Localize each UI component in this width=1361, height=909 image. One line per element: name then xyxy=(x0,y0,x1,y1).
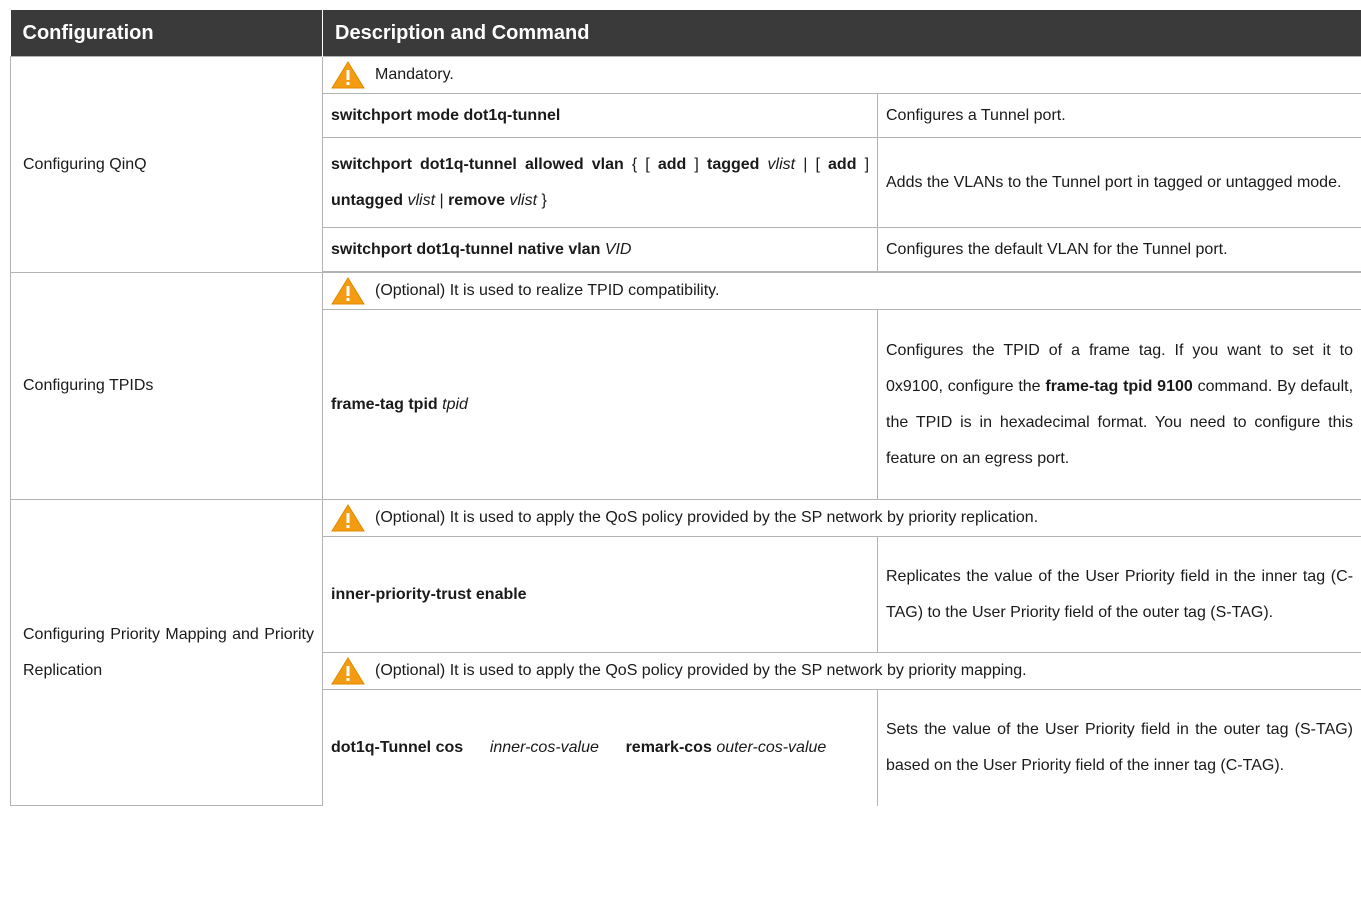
section-name-qinq: Configuring QinQ xyxy=(10,56,323,273)
note-cell: Mandatory. xyxy=(321,56,1361,94)
description-cell: Configures the default VLAN for the Tunn… xyxy=(876,227,1361,272)
command-keyword: remark-cos xyxy=(625,738,712,756)
syntax-symbol: | [ xyxy=(803,155,820,173)
note-cell: (Optional) It is used to realize TPID co… xyxy=(321,272,1361,310)
command-keyword: frame-tag tpid xyxy=(331,395,438,413)
table-header-row: Configuration Description and Command xyxy=(10,10,1361,57)
description-cell: Replicates the value of the User Priorit… xyxy=(876,536,1361,653)
syntax-symbol: | xyxy=(439,191,444,209)
configuration-table: Configuration Description and Command Co… xyxy=(10,10,1361,806)
note-text: (Optional) It is used to apply the QoS p… xyxy=(375,509,1039,526)
command-argument: vlist xyxy=(407,191,436,209)
command-keyword: tagged xyxy=(706,155,760,173)
command-argument: tpid xyxy=(442,395,468,413)
command-keyword: switchport dot1q-tunnel native vlan xyxy=(331,240,601,258)
syntax-symbol: } xyxy=(541,191,547,209)
note-cell: (Optional) It is used to apply the QoS p… xyxy=(321,652,1361,690)
syntax-symbol: ] xyxy=(864,155,870,173)
note-text: (Optional) It is used to realize TPID co… xyxy=(375,282,720,299)
command-argument: outer-cos-value xyxy=(716,738,827,756)
command-cell: frame-tag tpid tpid xyxy=(322,309,878,500)
table-row: Configuring Priority Mapping and Priorit… xyxy=(10,499,1361,806)
section-name-priority: Configuring Priority Mapping and Priorit… xyxy=(10,499,323,806)
command-cell: switchport mode dot1q-tunnel xyxy=(322,93,878,138)
command-keyword: inner-priority-trust enable xyxy=(331,585,527,603)
warning-icon xyxy=(331,277,365,305)
command-keyword: switchport mode dot1q-tunnel xyxy=(331,106,561,124)
command-cell: inner-priority-trust enable xyxy=(322,536,878,653)
syntax-symbol: ] xyxy=(694,155,699,173)
syntax-symbol: { [ xyxy=(631,155,650,173)
command-cell: switchport dot1q-tunnel native vlan VID xyxy=(322,227,878,272)
command-argument: inner-cos-value xyxy=(489,738,599,756)
command-keyword: add xyxy=(828,155,857,173)
description-cell: Adds the VLANs to the Tunnel port in tag… xyxy=(876,137,1361,228)
table-row: Configuring TPIDs (Optional) It is used … xyxy=(10,272,1361,500)
command-keyword: remove xyxy=(448,191,505,209)
section-name-tpids: Configuring TPIDs xyxy=(10,272,323,500)
command-cell: switchport dot1q-tunnel allowed vlan { [… xyxy=(322,137,878,228)
description-cell: Configures the TPID of a frame tag. If y… xyxy=(876,309,1361,500)
command-keyword: dot1q-Tunnel cos xyxy=(331,738,464,756)
table-row: Configuring QinQ Mandatory. xyxy=(10,56,1361,273)
warning-icon xyxy=(331,657,365,685)
description-cell: Sets the value of the User Priority fiel… xyxy=(876,689,1361,806)
header-configuration: Configuration xyxy=(10,10,323,57)
description-cell: Configures a Tunnel port. xyxy=(876,93,1361,138)
command-argument: vlist xyxy=(509,191,538,209)
warning-icon xyxy=(331,61,365,89)
command-keyword: frame-tag tpid 9100 xyxy=(1045,377,1193,395)
command-argument: vlist xyxy=(767,155,796,173)
command-cell: dot1q-Tunnel cos inner-cos-value remark-… xyxy=(322,689,878,806)
command-keyword: untagged xyxy=(331,191,403,209)
header-description-command: Description and Command xyxy=(322,10,1361,57)
note-text: (Optional) It is used to apply the QoS p… xyxy=(375,662,1027,679)
warning-icon xyxy=(331,504,365,532)
note-cell: (Optional) It is used to apply the QoS p… xyxy=(321,499,1361,537)
command-keyword: switchport dot1q-tunnel allowed vlan xyxy=(331,155,624,173)
note-text: Mandatory. xyxy=(375,66,454,83)
command-keyword: add xyxy=(657,155,687,173)
command-argument: VID xyxy=(604,240,632,258)
